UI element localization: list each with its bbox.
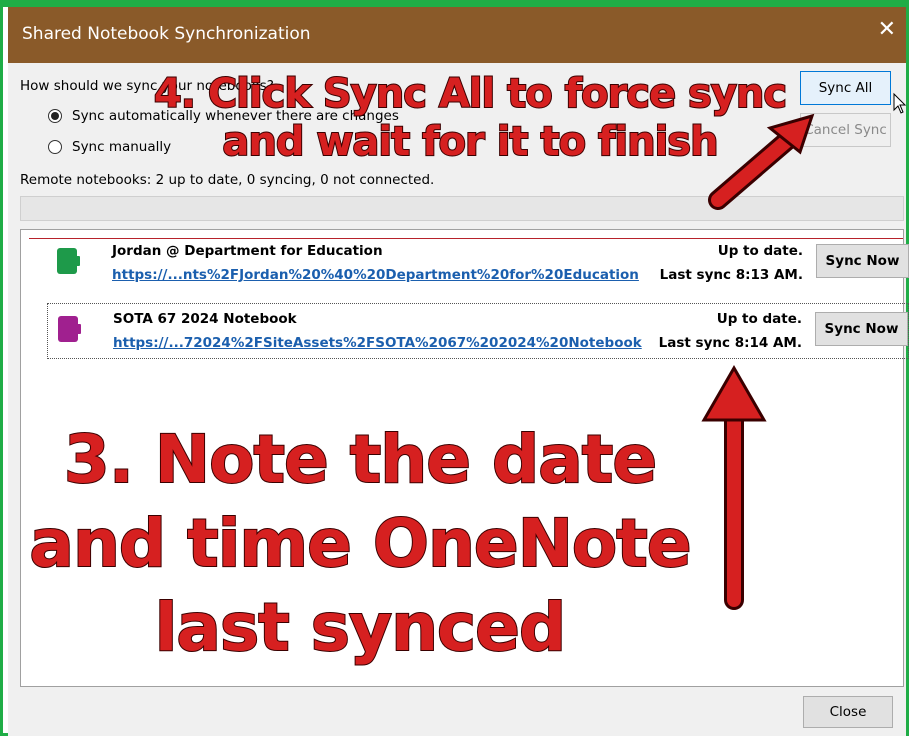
radio-unselected-icon[interactable] <box>48 140 62 154</box>
annotation-step-3-line-3: last synced <box>154 588 567 667</box>
purple-notebook-icon <box>58 316 81 342</box>
sync-progress-bar <box>20 196 904 221</box>
title-bar: Shared Notebook Synchronization ✕ <box>8 7 906 63</box>
notebook-name: SOTA 67 2024 Notebook <box>113 311 297 327</box>
green-notebook-icon <box>57 248 80 274</box>
dialog-title: Shared Notebook Synchronization <box>22 24 311 44</box>
sync-now-button[interactable]: Sync Now <box>816 244 909 278</box>
annotation-step-3: 3. Note the date and time OneNote last s… <box>0 418 720 670</box>
annotation-step-4: 4. Click Sync All to force sync and wait… <box>150 70 790 166</box>
cancel-sync-button[interactable]: Cancel Sync <box>800 113 891 147</box>
notebook-name: Jordan @ Department for Education <box>112 243 383 259</box>
radio-selected-icon[interactable] <box>48 109 62 123</box>
annotation-step-3-line-2: and time OneNote <box>28 504 692 583</box>
sync-now-button[interactable]: Sync Now <box>815 312 908 346</box>
close-button[interactable]: Close <box>803 696 893 728</box>
sync-all-button[interactable]: Sync All <box>800 71 891 105</box>
annotation-step-4-line-1: 4. Click Sync All to force sync <box>153 70 788 118</box>
notebook-row-jordan[interactable]: Jordan @ Department for Education https:… <box>47 236 909 292</box>
remote-notebooks-status: Remote notebooks: 2 up to date, 0 syncin… <box>20 172 435 188</box>
notebook-url-link[interactable]: https://...72024%2FSiteAssets%2FSOTA%206… <box>113 335 642 351</box>
close-icon[interactable]: ✕ <box>878 19 896 41</box>
notebook-last-sync: Last sync 8:13 AM. <box>659 267 803 283</box>
annotation-step-4-line-2: and wait for it to finish <box>221 118 719 166</box>
notebook-url-link[interactable]: https://...nts%2FJordan%20%40%20Departme… <box>112 267 639 283</box>
notebook-status: Up to date. <box>716 311 802 327</box>
notebook-status: Up to date. <box>717 243 803 259</box>
notebook-last-sync: Last sync 8:14 AM. <box>658 335 802 351</box>
annotation-step-3-line-1: 3. Note the date <box>63 420 658 499</box>
notebook-row-sota[interactable]: SOTA 67 2024 Notebook https://...72024%2… <box>47 303 909 359</box>
